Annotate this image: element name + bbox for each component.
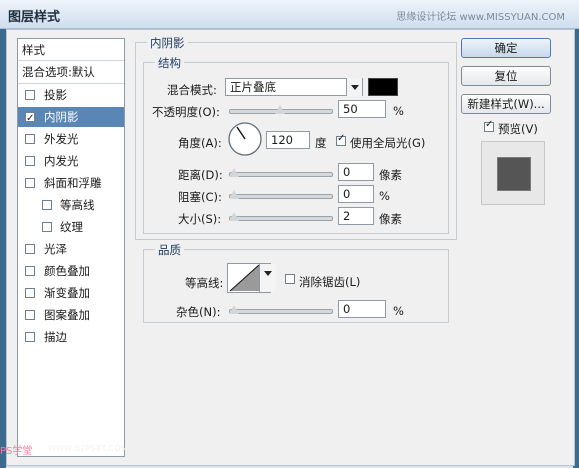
anti-alias-label: 消除锯齿(L)	[299, 275, 361, 289]
contour-picker[interactable]	[227, 263, 275, 293]
bevel-emboss-checkbox[interactable]	[25, 178, 35, 188]
distance-unit: 像素	[379, 168, 402, 182]
sidebar-blend-options[interactable]: 混合选项:默认	[18, 61, 124, 84]
sidebar-item-pattern-overlay[interactable]: 图案叠加	[18, 305, 124, 325]
opacity-input[interactable]: 50	[338, 100, 386, 118]
sidebar-item-color-overlay[interactable]: 颜色叠加	[18, 261, 124, 281]
blend-mode-value: 正片叠底	[230, 80, 276, 94]
angle-input[interactable]: 120	[266, 131, 310, 149]
distance-slider-thumb[interactable]	[229, 168, 239, 177]
sidebar-item-drop-shadow[interactable]: 投影	[18, 85, 124, 105]
angle-label: 角度(A):	[178, 136, 222, 150]
contour-label: 等高线:	[185, 276, 224, 290]
sidebar-item-label: 颜色叠加	[44, 264, 90, 278]
chevron-down-icon[interactable]	[346, 78, 362, 96]
sidebar-item-label: 渐变叠加	[44, 286, 90, 300]
size-label: 大小(S):	[178, 212, 222, 226]
sidebar-item-label: 投影	[44, 88, 67, 102]
stroke-checkbox[interactable]	[25, 332, 35, 342]
choke-slider-thumb[interactable]	[229, 190, 239, 199]
texture-checkbox[interactable]	[42, 222, 52, 232]
sidebar-title: 样式	[18, 39, 124, 61]
sidebar-item-label: 斜面和浮雕	[44, 176, 102, 190]
sidebar-item-label: 等高线	[60, 198, 95, 212]
size-input[interactable]: 2	[338, 207, 374, 225]
distance-slider-track[interactable]	[229, 172, 333, 177]
sidebar-item-inner-shadow[interactable]: 内阴影	[18, 107, 124, 129]
distance-input[interactable]: 0	[338, 163, 374, 181]
opacity-unit: %	[393, 104, 404, 118]
opacity-slider-thumb[interactable]	[275, 105, 285, 114]
noise-slider-track[interactable]	[229, 309, 333, 314]
sidebar-item-label: 内发光	[44, 154, 79, 168]
dialog-body: 样式 混合选项:默认 投影 内阴影 外发光 内发光 斜面和浮雕 等高线 纹理	[6, 29, 575, 466]
size-slider-thumb[interactable]	[229, 212, 239, 221]
outer-glow-checkbox[interactable]	[25, 134, 35, 144]
sidebar-item-stroke[interactable]: 描边	[18, 327, 124, 347]
choke-input[interactable]: 0	[338, 185, 374, 203]
angle-unit: 度	[315, 136, 327, 150]
window-titlebar[interactable]: 图层样式 思缘设计论坛 www.MISSYUAN.COM	[0, 0, 579, 29]
reset-button[interactable]: 复位	[461, 66, 551, 86]
structure-title: 结构	[155, 55, 184, 71]
footer-brand: PS学堂	[0, 446, 33, 457]
choke-slider-track[interactable]	[229, 194, 333, 199]
gradient-overlay-checkbox[interactable]	[25, 288, 35, 298]
sidebar-item-texture[interactable]: 纹理	[18, 217, 124, 237]
shadow-color-swatch[interactable]	[368, 78, 398, 96]
footer-url: WWW.52PSXT.COM	[48, 444, 129, 453]
blend-mode-label: 混合模式:	[167, 83, 217, 97]
new-style-button[interactable]: 新建样式(W)...	[461, 94, 551, 114]
size-slider-track[interactable]	[229, 216, 333, 221]
style-sidebar: 样式 混合选项:默认 投影 内阴影 外发光 内发光 斜面和浮雕 等高线 纹理	[17, 38, 125, 457]
size-unit: 像素	[379, 212, 402, 226]
sidebar-item-label: 图案叠加	[44, 308, 90, 322]
contour-preview-icon	[229, 264, 260, 292]
drop-shadow-checkbox[interactable]	[25, 90, 35, 100]
preview-checkbox[interactable]	[484, 119, 494, 132]
satin-checkbox[interactable]	[25, 244, 35, 254]
sidebar-item-label: 描边	[44, 330, 67, 344]
sidebar-item-label: 内阴影	[44, 110, 79, 124]
noise-input[interactable]: 0	[338, 300, 386, 318]
sidebar-item-gradient-overlay[interactable]: 渐变叠加	[18, 283, 124, 303]
chevron-down-icon[interactable]	[259, 264, 275, 292]
watermark-text: 思缘设计论坛 www.MISSYUAN.COM	[396, 12, 565, 23]
blend-mode-select[interactable]: 正片叠底	[225, 78, 363, 96]
window-title: 图层样式	[8, 10, 61, 25]
sidebar-item-inner-glow[interactable]: 内发光	[18, 151, 124, 171]
contour-checkbox[interactable]	[42, 200, 52, 210]
noise-unit: %	[393, 304, 404, 318]
color-overlay-checkbox[interactable]	[25, 266, 35, 276]
sidebar-item-label: 纹理	[60, 220, 83, 234]
style-preview	[481, 141, 545, 205]
quality-title: 品质	[155, 242, 184, 258]
sidebar-item-label: 光泽	[44, 242, 67, 256]
inner-shadow-checkbox[interactable]	[25, 109, 35, 129]
noise-slider-thumb[interactable]	[229, 305, 239, 314]
choke-unit: %	[379, 189, 390, 203]
sidebar-item-contour[interactable]: 等高线	[18, 195, 124, 215]
angle-dial[interactable]	[227, 121, 263, 157]
sidebar-item-satin[interactable]: 光泽	[18, 239, 124, 259]
sidebar-item-bevel-emboss[interactable]: 斜面和浮雕	[18, 173, 124, 193]
inner-shadow-title: 内阴影	[147, 35, 188, 51]
noise-label: 杂色(N):	[176, 305, 221, 319]
preview-label: 预览(V)	[498, 122, 538, 136]
opacity-label: 不透明度(O):	[152, 105, 220, 119]
global-light-checkbox[interactable]	[336, 133, 346, 146]
anti-alias-checkbox[interactable]	[285, 274, 295, 284]
pattern-overlay-checkbox[interactable]	[25, 310, 35, 320]
inner-glow-checkbox[interactable]	[25, 156, 35, 166]
sidebar-item-outer-glow[interactable]: 外发光	[18, 129, 124, 149]
distance-label: 距离(D):	[178, 168, 223, 182]
preview-swatch	[497, 157, 531, 191]
choke-label: 阻塞(C):	[178, 190, 222, 204]
ok-button[interactable]: 确定	[461, 38, 551, 58]
sidebar-item-label: 外发光	[44, 132, 79, 146]
global-light-label: 使用全局光(G)	[350, 136, 426, 150]
